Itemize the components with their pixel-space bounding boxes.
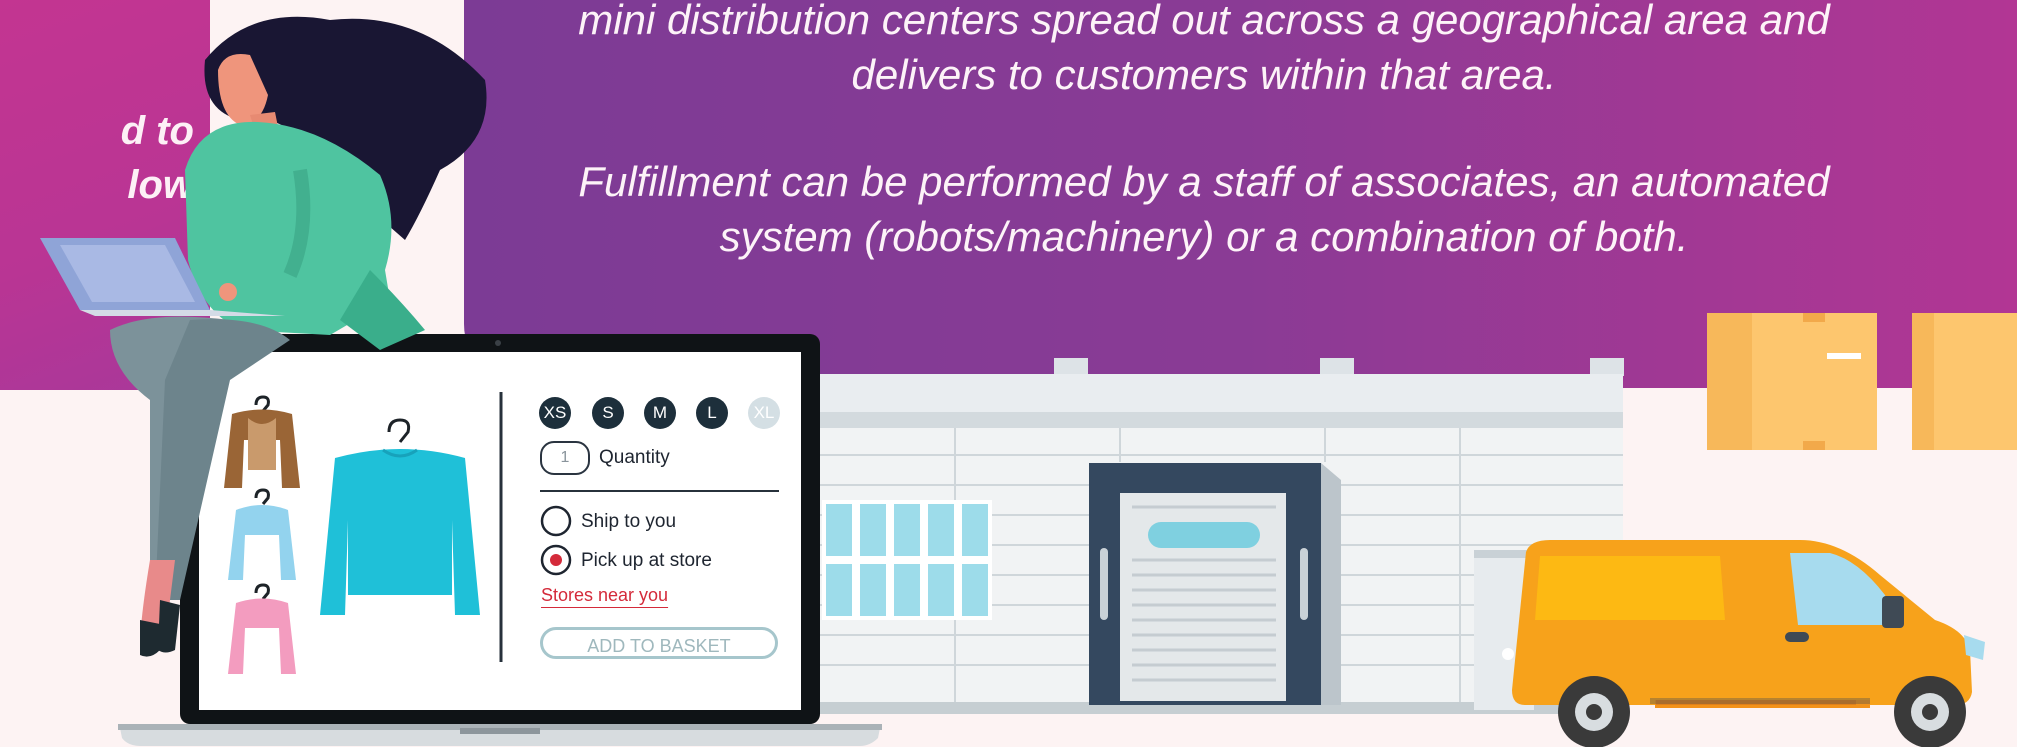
warehouse-building: [815, 358, 1624, 714]
size-l-button[interactable]: L: [696, 397, 728, 429]
radio-pick-up-at-store[interactable]: [540, 544, 572, 576]
size-xs-button[interactable]: XS: [539, 397, 571, 429]
ship-to-you-label[interactable]: Ship to you: [581, 511, 676, 533]
size-xl-button[interactable]: XL: [748, 397, 780, 429]
quantity-label: Quantity: [599, 447, 670, 468]
pick-up-at-store-label[interactable]: Pick up at store: [581, 550, 712, 572]
stores-near-you-link[interactable]: Stores near you: [541, 585, 668, 606]
cardboard-boxes: [1707, 313, 2017, 450]
radio-ship-to-you[interactable]: [540, 505, 572, 537]
fulfillment-illustration: [40, 16, 2017, 747]
size-s-button[interactable]: S: [592, 397, 624, 429]
add-to-basket-button[interactable]: ADD TO BASKET: [540, 627, 778, 659]
size-m-button[interactable]: M: [644, 397, 676, 429]
delivery-van: [1502, 540, 1985, 747]
quantity-input[interactable]: 1: [540, 441, 590, 475]
